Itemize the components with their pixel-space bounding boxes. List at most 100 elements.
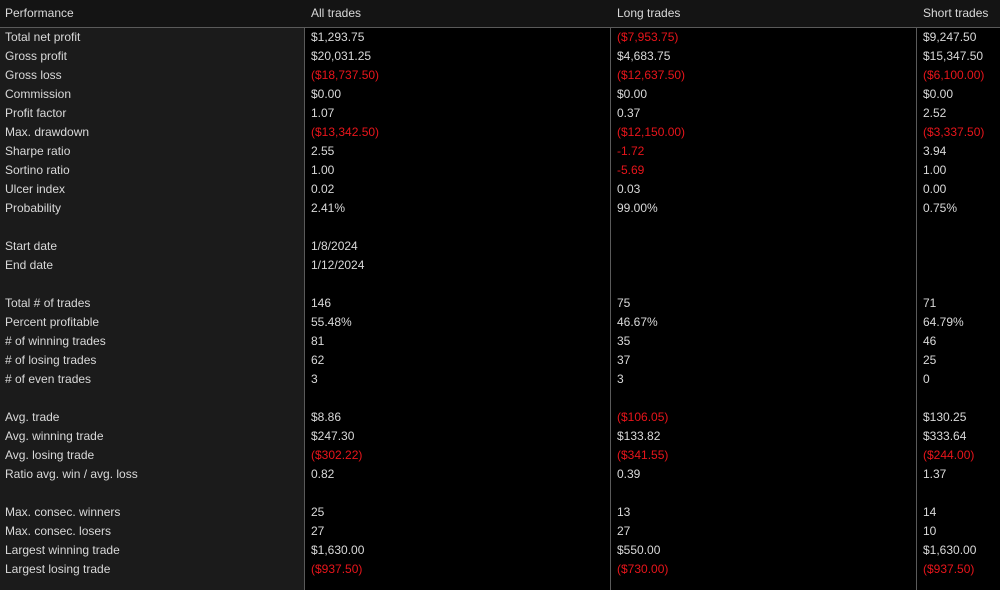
long-trades-value: 13: [617, 505, 631, 519]
all-trades-value: 1/12/2024: [311, 258, 365, 272]
table-row: Largest winning trade $1,630.00 $550.00 $1,…: [0, 541, 1000, 560]
all-trades-value: $247.30: [311, 429, 355, 443]
metric-label: Avg. winning trade: [5, 429, 104, 443]
short-trades-value: $15,347.50: [923, 49, 984, 63]
long-trades-value: 75: [617, 296, 631, 310]
all-trades-value: 1.00: [311, 163, 335, 177]
long-trades-value: ($12,150.00): [617, 125, 686, 139]
table-row: Total # of trades 146 75 71: [0, 294, 1000, 313]
metric-label: Sortino ratio: [5, 163, 70, 177]
all-trades-value: 2.41%: [311, 201, 346, 215]
metric-label: # of losing trades: [5, 353, 97, 367]
short-trades-value: 71: [923, 296, 937, 310]
long-trades-value: 0.37: [617, 106, 641, 120]
table-row: Sortino ratio 1.00 -5.69 1.00: [0, 161, 1000, 180]
long-trades-value: 35: [617, 334, 631, 348]
short-trades-value: $0.00: [923, 87, 954, 101]
all-trades-value: 3: [311, 372, 318, 386]
table-row: Avg. winning trade $247.30 $133.82 $333.64: [0, 427, 1000, 446]
long-trades-value: -5.69: [617, 163, 645, 177]
metric-label: Ratio avg. win / avg. loss: [5, 467, 138, 481]
all-trades-value: $0.00: [311, 87, 342, 101]
long-trades-value: ($12,637.50): [617, 68, 686, 82]
table-row: Max. consec. winners 25 13 14: [0, 503, 1000, 522]
short-trades-value: $1,630.00: [923, 543, 977, 557]
all-trades-value: ($13,342.50): [311, 125, 380, 139]
table-row: [0, 218, 1000, 237]
performance-table: Performance All trades Long trades Short…: [0, 0, 1000, 590]
short-trades-value: 3.94: [923, 144, 947, 158]
table-row: [0, 484, 1000, 503]
metric-label: Percent profitable: [5, 315, 100, 329]
long-trades-value: 99.00%: [617, 201, 658, 215]
all-trades-value: 0.02: [311, 182, 335, 196]
metric-label: Max. consec. losers: [5, 524, 112, 538]
table-row: Max. drawdown ($13,342.50) ($12,150.00) ($3…: [0, 123, 1000, 142]
short-trades-value: 0.75%: [923, 201, 958, 215]
long-trades-value: 46.67%: [617, 315, 658, 329]
long-trades-value: 27: [617, 524, 631, 538]
short-trades-value: 10: [923, 524, 937, 538]
all-trades-value: 62: [311, 353, 325, 367]
column-header-all-trades[interactable]: All trades: [311, 0, 361, 27]
table-row: End date 1/12/2024: [0, 256, 1000, 275]
long-trades-value: ($341.55): [617, 448, 669, 462]
short-trades-value: ($937.50): [923, 562, 975, 576]
long-trades-value: $550.00: [617, 543, 661, 557]
long-trades-value: 0.03: [617, 182, 641, 196]
metric-label: Total net profit: [5, 30, 81, 44]
short-trades-value: ($6,100.00): [923, 68, 985, 82]
all-trades-value: 1.07: [311, 106, 335, 120]
table-row: Avg. trade $8.86 ($106.05) $130.25: [0, 408, 1000, 427]
table-row: [0, 275, 1000, 294]
table-row: Sharpe ratio 2.55 -1.72 3.94: [0, 142, 1000, 161]
all-trades-value: ($937.50): [311, 562, 363, 576]
long-trades-value: $0.00: [617, 87, 648, 101]
all-trades-value: $8.86: [311, 410, 342, 424]
all-trades-value: 81: [311, 334, 325, 348]
table-row: # of winning trades 81 35 46: [0, 332, 1000, 351]
short-trades-value: 0: [923, 372, 930, 386]
long-trades-value: 0.39: [617, 467, 641, 481]
metric-label: Max. consec. winners: [5, 505, 121, 519]
all-trades-value: ($302.22): [311, 448, 363, 462]
table-row: Total net profit $1,293.75 ($7,953.75) $9,2…: [0, 28, 1000, 47]
table-row: Percent profitable 55.48% 46.67% 64.79%: [0, 313, 1000, 332]
short-trades-value: 1.00: [923, 163, 947, 177]
short-trades-value: 14: [923, 505, 937, 519]
column-header-performance[interactable]: Performance: [5, 0, 74, 27]
all-trades-value: $1,630.00: [311, 543, 365, 557]
all-trades-value: $20,031.25: [311, 49, 372, 63]
short-trades-value: 46: [923, 334, 937, 348]
metric-label: # of even trades: [5, 372, 92, 386]
table-row: Largest losing trade ($937.50) ($730.00) ($…: [0, 560, 1000, 579]
all-trades-value: 27: [311, 524, 325, 538]
all-trades-value: 1/8/2024: [311, 239, 358, 253]
table-row: Gross profit $20,031.25 $4,683.75 $15,347.5…: [0, 47, 1000, 66]
metric-label: Max. drawdown: [5, 125, 90, 139]
short-trades-value: 25: [923, 353, 937, 367]
long-trades-value: -1.72: [617, 144, 645, 158]
metric-label: Total # of trades: [5, 296, 91, 310]
table-row: [0, 389, 1000, 408]
table-row: Profit factor 1.07 0.37 2.52: [0, 104, 1000, 123]
table-header: Performance All trades Long trades Short…: [0, 0, 1000, 28]
short-trades-value: 0.00: [923, 182, 947, 196]
all-trades-value: 0.82: [311, 467, 335, 481]
column-header-long-trades[interactable]: Long trades: [617, 0, 680, 27]
metric-label: Ulcer index: [5, 182, 66, 196]
long-trades-value: $4,683.75: [617, 49, 671, 63]
table-row: Gross loss ($18,737.50) ($12,637.50) ($6,10…: [0, 66, 1000, 85]
column-header-short-trades[interactable]: Short trades: [923, 0, 988, 27]
metric-label: Avg. losing trade: [5, 448, 95, 462]
metric-label: Largest winning trade: [5, 543, 120, 557]
all-trades-value: 146: [311, 296, 332, 310]
short-trades-value: 1.37: [923, 467, 947, 481]
short-trades-value: ($244.00): [923, 448, 975, 462]
table-row: Ratio avg. win / avg. loss 0.82 0.39 1.37: [0, 465, 1000, 484]
table-row: Commission $0.00 $0.00 $0.00: [0, 85, 1000, 104]
table-row: Probability 2.41% 99.00% 0.75%: [0, 199, 1000, 218]
table-row: # of even trades 3 3 0: [0, 370, 1000, 389]
long-trades-value: ($7,953.75): [617, 30, 679, 44]
metric-label: Gross profit: [5, 49, 68, 63]
